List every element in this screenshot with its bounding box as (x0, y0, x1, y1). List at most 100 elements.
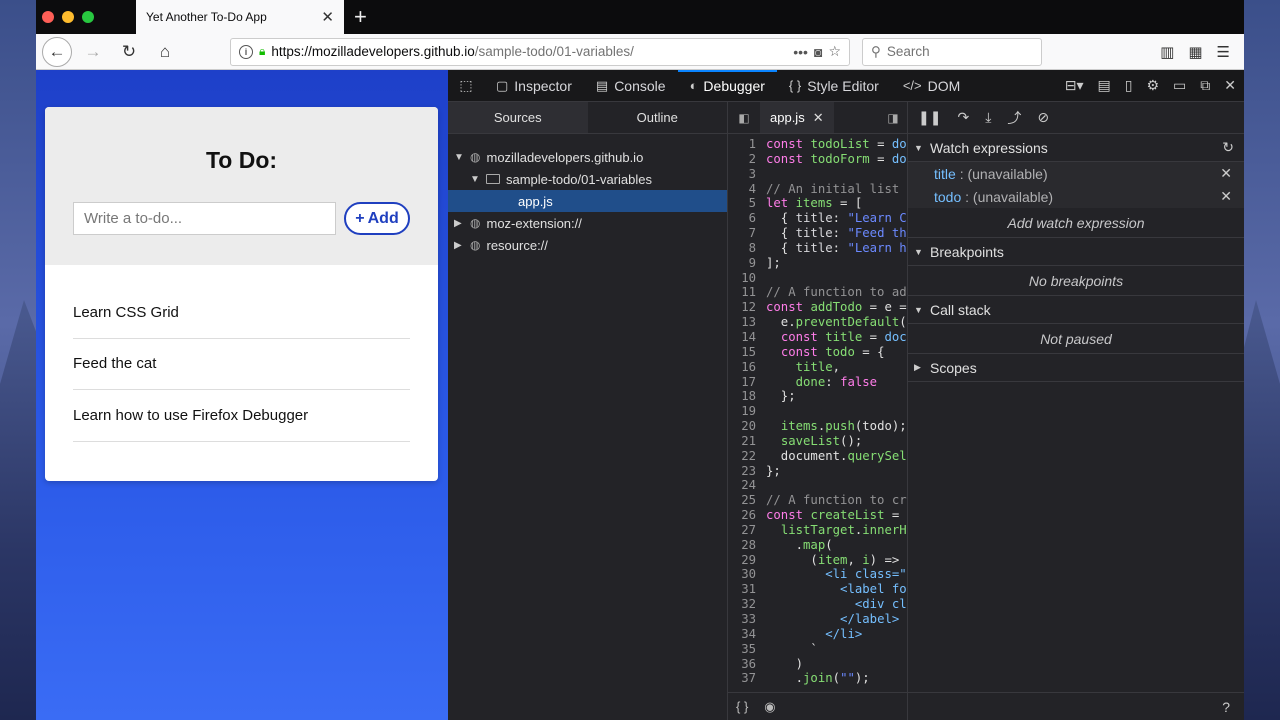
close-devtools-icon[interactable]: ✕ (1224, 77, 1236, 94)
line-number[interactable]: 7 (728, 226, 756, 241)
line-number[interactable]: 6 (728, 211, 756, 226)
tree-item-file[interactable]: app.js (448, 190, 727, 212)
pause-on-exceptions-icon[interactable]: ⊘ (1037, 109, 1049, 126)
bookmark-star-icon[interactable]: ☆ (828, 43, 841, 60)
step-out-icon[interactable]: ⤴ (1007, 108, 1021, 128)
close-file-icon[interactable]: ✕ (813, 110, 824, 126)
line-number[interactable]: 30 (728, 567, 756, 582)
back-button[interactable]: ← (42, 36, 72, 67)
pretty-print-icon[interactable]: { } (736, 699, 748, 714)
search-bar[interactable]: ⚲ Search (862, 37, 1042, 66)
menu-icon[interactable]: ☰ (1217, 43, 1230, 61)
help-icon[interactable]: ? (1222, 699, 1230, 715)
tree-item-moz-extension[interactable]: ▶ ◍ moz-extension:// (448, 212, 727, 234)
line-number[interactable]: 31 (728, 582, 756, 597)
step-over-icon[interactable]: ↷ (957, 109, 969, 126)
tab-style-editor[interactable]: { } Style Editor (777, 70, 891, 101)
line-number[interactable]: 37 (728, 671, 756, 686)
separate-window-icon[interactable]: ⧉ (1200, 77, 1210, 94)
line-number[interactable]: 22 (728, 449, 756, 464)
watch-item[interactable]: todo : (unavailable) ✕ (908, 185, 1244, 208)
line-number[interactable]: 9 (728, 256, 756, 271)
scopes-header[interactable]: ▶ Scopes (908, 354, 1244, 382)
call-stack-header[interactable]: ▼ Call stack (908, 296, 1244, 324)
line-number[interactable]: 23 (728, 464, 756, 479)
tree-item-folder[interactable]: ▼ sample-todo/01-variables (448, 168, 727, 190)
url-bar[interactable]: i 🔒︎ https://mozilladevelopers.github.io… (230, 37, 850, 66)
maximize-window-button[interactable] (82, 11, 94, 23)
browser-tab[interactable]: Yet Another To-Do App ✕ (136, 0, 344, 34)
code-lines[interactable]: const todoList = do const todoForm = do … (762, 137, 907, 692)
line-number[interactable]: 26 (728, 508, 756, 523)
close-window-button[interactable] (42, 11, 54, 23)
line-number[interactable]: 10 (728, 271, 756, 286)
minimize-window-button[interactable] (62, 11, 74, 23)
line-number[interactable]: 8 (728, 241, 756, 256)
line-number[interactable]: 19 (728, 404, 756, 419)
tree-item-resource[interactable]: ▶ ◍ resource:// (448, 234, 727, 256)
responsive-icon[interactable]: ▯ (1125, 77, 1133, 94)
list-item[interactable]: Feed the cat (73, 339, 410, 390)
toggle-sources-icon[interactable]: ◧ (728, 111, 760, 125)
forward-button[interactable]: → (78, 37, 108, 67)
line-number[interactable]: 36 (728, 657, 756, 672)
watch-item[interactable]: title : (unavailable) ✕ (908, 162, 1244, 185)
line-number[interactable]: 34 (728, 627, 756, 642)
tab-sources[interactable]: Sources (448, 102, 588, 133)
line-number[interactable]: 27 (728, 523, 756, 538)
watch-expressions-header[interactable]: ▼ Watch expressions ↻ (908, 134, 1244, 162)
breakpoints-header[interactable]: ▼ Breakpoints (908, 238, 1244, 266)
add-watch-expression-input[interactable]: Add watch expression (908, 208, 1244, 238)
dock-icon[interactable]: ▭ (1173, 77, 1186, 94)
page-actions-icon[interactable]: ••• (793, 44, 808, 60)
line-number[interactable]: 13 (728, 315, 756, 330)
extensions-icon[interactable]: ▦ (1188, 43, 1202, 61)
list-item[interactable]: Learn CSS Grid (73, 287, 410, 339)
line-number[interactable]: 32 (728, 597, 756, 612)
line-number[interactable]: 28 (728, 538, 756, 553)
tab-dom[interactable]: </> DOM (891, 70, 972, 101)
home-button[interactable]: ⌂ (150, 37, 180, 67)
lock-icon[interactable]: 🔒︎ (259, 44, 265, 59)
delete-watch-icon[interactable]: ✕ (1220, 165, 1244, 182)
list-item[interactable]: Learn how to use Firefox Debugger (73, 390, 410, 442)
line-number[interactable]: 17 (728, 375, 756, 390)
tab-close-icon[interactable]: ✕ (321, 8, 334, 26)
add-button[interactable]: + Add (344, 202, 410, 235)
tab-outline[interactable]: Outline (588, 102, 728, 133)
editor-tab-file[interactable]: app.js ✕ (760, 102, 834, 133)
line-number[interactable]: 24 (728, 478, 756, 493)
line-number[interactable]: 1 (728, 137, 756, 152)
info-icon[interactable]: i (239, 44, 253, 59)
line-gutter[interactable]: 1 2 3 4 5 6 7 8 9 10 11 12 13 14 15 16 17 18 19 20 21 22 23 24 2… (728, 137, 762, 692)
tree-item-host[interactable]: ▼ ◍ mozilladevelopers.github.io (448, 146, 727, 168)
sidebar-icon[interactable]: ▥ (1160, 43, 1174, 61)
delete-watch-icon[interactable]: ✕ (1220, 188, 1244, 205)
line-number[interactable]: 14 (728, 330, 756, 345)
settings-gear-icon[interactable]: ⚙ (1146, 77, 1159, 94)
refresh-icon[interactable]: ↻ (1222, 139, 1244, 156)
todo-input[interactable]: Write a to-do... (73, 202, 336, 235)
reload-button[interactable]: ↻ (114, 37, 144, 67)
pause-icon[interactable]: ❚❚ (918, 109, 941, 126)
line-number[interactable]: 15 (728, 345, 756, 360)
tab-console[interactable]: ▤ Console (584, 70, 678, 101)
line-number[interactable]: 33 (728, 612, 756, 627)
pocket-icon[interactable]: ◙ (814, 44, 822, 60)
line-number[interactable]: 18 (728, 389, 756, 404)
element-picker-icon[interactable]: ⬚ (448, 77, 484, 94)
scratchpad-icon[interactable]: ▤ (1098, 77, 1111, 94)
line-number[interactable]: 2 (728, 152, 756, 167)
line-number[interactable]: 4 (728, 182, 756, 197)
step-in-icon[interactable]: ⤓ (985, 109, 991, 126)
line-number[interactable]: 29 (728, 553, 756, 568)
toggle-panel-icon[interactable]: ◨ (879, 111, 907, 125)
frames-icon[interactable]: ⊟▾ (1065, 77, 1084, 94)
blackbox-eye-icon[interactable]: ◉ (764, 699, 775, 715)
line-number[interactable]: 5 (728, 196, 756, 211)
line-number[interactable]: 12 (728, 300, 756, 315)
line-number[interactable]: 25 (728, 493, 756, 508)
line-number[interactable]: 11 (728, 285, 756, 300)
line-number[interactable]: 35 (728, 642, 756, 657)
line-number[interactable]: 16 (728, 360, 756, 375)
